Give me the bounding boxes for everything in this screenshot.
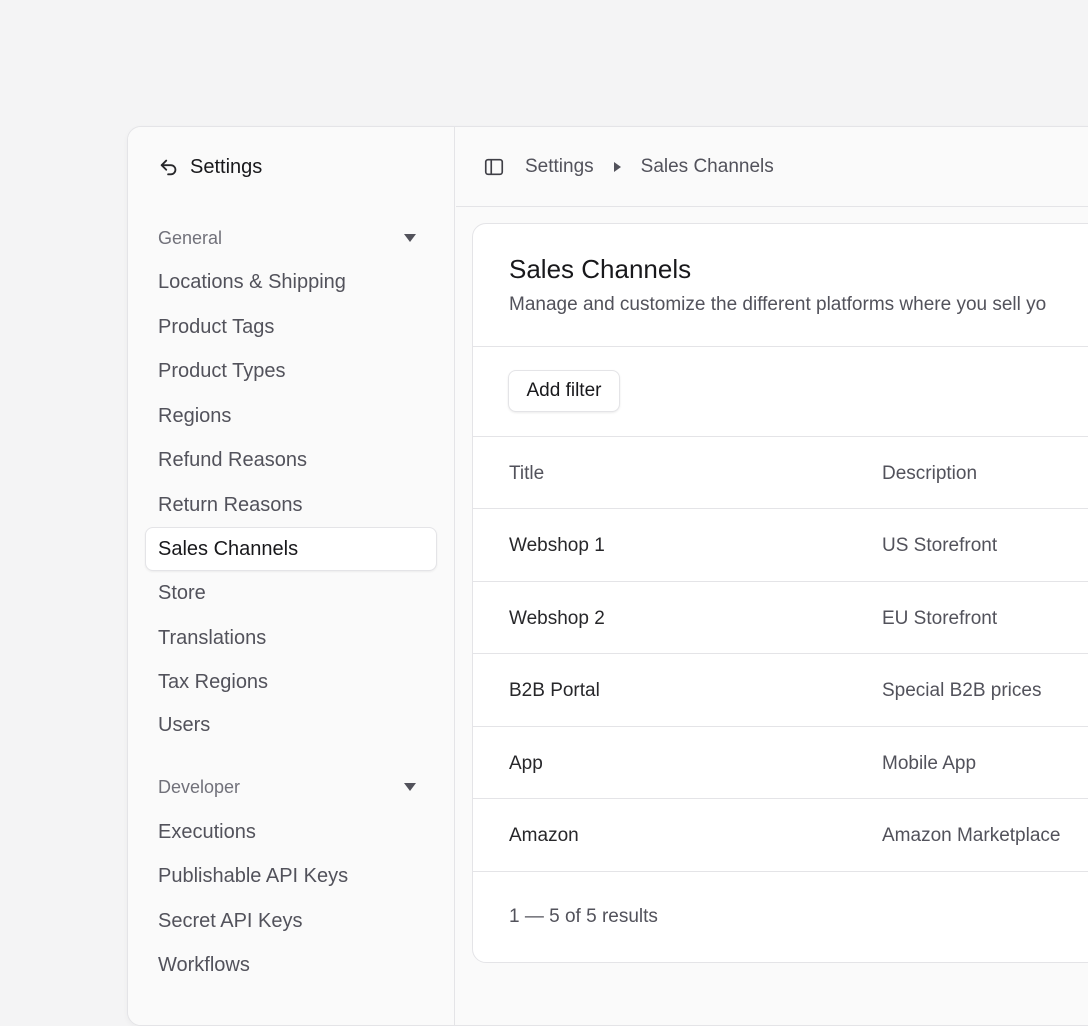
- sidebar-item-secret-api-keys[interactable]: Secret API Keys: [158, 909, 303, 933]
- sales-channels-card: Sales Channels Manage and customize the …: [472, 223, 1088, 963]
- section-developer-toggle[interactable]: Developer: [158, 775, 424, 799]
- breadcrumb-separator-icon: [613, 161, 621, 172]
- divider: [473, 508, 1088, 509]
- topbar: Settings Sales Channels: [456, 127, 1088, 207]
- row-title[interactable]: Amazon: [509, 824, 579, 848]
- row-title[interactable]: App: [509, 752, 543, 776]
- page-description: Manage and customize the different platf…: [509, 294, 1047, 315]
- row-title[interactable]: Webshop 2: [509, 607, 605, 631]
- sidebar-item-regions[interactable]: Regions: [158, 404, 231, 428]
- row-description[interactable]: Amazon Marketplace: [882, 824, 1060, 848]
- add-filter-button[interactable]: Add filter: [508, 370, 620, 412]
- sidebar-item-publishable-api-keys[interactable]: Publishable API Keys: [158, 864, 348, 888]
- divider: [473, 653, 1088, 654]
- chevron-down-icon: [404, 783, 416, 791]
- sidebar-item-locations-shipping[interactable]: Locations & Shipping: [158, 270, 346, 294]
- section-general-label: General: [158, 227, 223, 248]
- sidebar-title: Settings: [190, 155, 263, 178]
- section-general-toggle[interactable]: General: [158, 226, 424, 250]
- divider: [473, 436, 1088, 437]
- page-title: Sales Channels: [509, 254, 692, 284]
- settings-back-link[interactable]: Settings: [158, 155, 262, 179]
- sidebar-item-store[interactable]: Store: [158, 581, 206, 605]
- sidebar-item-tax-regions[interactable]: Tax Regions: [158, 670, 268, 694]
- chevron-down-icon: [404, 234, 416, 242]
- sidebar-item-workflows[interactable]: Workflows: [158, 953, 250, 977]
- divider: [473, 798, 1088, 799]
- sidebar-item-executions[interactable]: Executions: [158, 820, 256, 844]
- back-arrow-icon: [160, 159, 177, 176]
- row-description[interactable]: US Storefront: [882, 534, 997, 558]
- sidebar-item-product-types[interactable]: Product Types: [158, 359, 285, 383]
- row-description[interactable]: Special B2B prices: [882, 679, 1041, 703]
- column-header-description[interactable]: Description: [882, 462, 977, 486]
- sidebar-item-users[interactable]: Users: [158, 713, 210, 737]
- pagination-summary: 1 — 5 of 5 results: [509, 906, 658, 927]
- breadcrumb-settings[interactable]: Settings: [525, 156, 594, 178]
- column-header-title[interactable]: Title: [509, 462, 544, 486]
- row-description[interactable]: Mobile App: [882, 752, 976, 776]
- sidebar-item-return-reasons[interactable]: Return Reasons: [158, 493, 303, 517]
- divider: [473, 581, 1088, 582]
- section-developer-label: Developer: [158, 776, 241, 797]
- divider: [473, 871, 1088, 872]
- sidebar-item-sales-channels[interactable]: Sales Channels: [158, 537, 298, 561]
- sidebar-item-refund-reasons[interactable]: Refund Reasons: [158, 448, 307, 472]
- sidebar-item-product-tags[interactable]: Product Tags: [158, 315, 274, 339]
- sidebar-toggle-icon[interactable]: [483, 156, 505, 178]
- divider: [473, 726, 1088, 727]
- row-description[interactable]: EU Storefront: [882, 607, 997, 631]
- sidebar-item-translations[interactable]: Translations: [158, 626, 266, 650]
- divider: [473, 346, 1088, 347]
- row-title[interactable]: B2B Portal: [509, 679, 600, 703]
- row-title[interactable]: Webshop 1: [509, 534, 605, 558]
- sidebar: Settings General Locations & Shipping Pr…: [128, 127, 455, 1025]
- breadcrumb-sales-channels: Sales Channels: [640, 155, 774, 177]
- settings-window: Settings General Locations & Shipping Pr…: [127, 126, 1088, 1026]
